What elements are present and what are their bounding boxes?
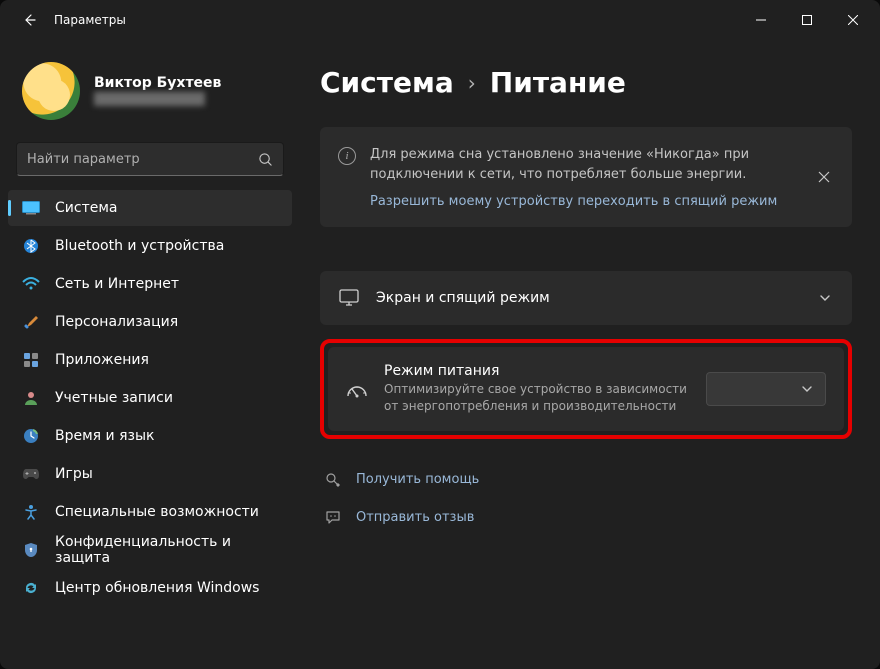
gaming-icon	[22, 465, 40, 483]
sidebar-item-label: Система	[55, 200, 117, 216]
time-icon	[22, 427, 40, 445]
dismiss-banner-button[interactable]	[810, 163, 838, 191]
breadcrumb-current: Питание	[490, 66, 626, 99]
maximize-button[interactable]	[784, 4, 830, 36]
bluetooth-icon	[22, 237, 40, 255]
breadcrumb: Система › Питание	[320, 66, 852, 99]
avatar	[22, 62, 80, 120]
info-banner-link[interactable]: Разрешить моему устройству переходить в …	[370, 194, 802, 209]
get-help-label: Получить помощь	[356, 472, 479, 487]
account-icon	[22, 389, 40, 407]
search-icon	[258, 152, 273, 167]
sidebar-item-label: Приложения	[55, 352, 149, 368]
accessibility-icon	[22, 503, 40, 521]
sidebar-item-label: Учетные записи	[55, 390, 173, 406]
profile-text: Виктор Бухтеев ████████████	[94, 75, 221, 108]
back-button[interactable]	[18, 9, 40, 31]
sidebar-item-label: Конфиденциальность и защита	[55, 534, 280, 566]
info-banner: i Для режима сна установлено значение «Н…	[320, 127, 852, 227]
title-bar: Параметры	[0, 0, 880, 40]
screen-sleep-row[interactable]: Экран и спящий режим	[320, 271, 852, 325]
brush-icon	[22, 313, 40, 331]
update-icon	[22, 579, 40, 597]
power-mode-description: Оптимизируйте свое устройство в зависимо…	[384, 381, 690, 415]
sidebar-item-label: Время и язык	[55, 428, 154, 444]
apps-icon	[22, 351, 40, 369]
info-banner-text: Для режима сна установлено значение «Ник…	[370, 145, 802, 184]
sidebar-item-label: Bluetooth и устройства	[55, 238, 224, 254]
sidebar-item-system[interactable]: Система	[8, 190, 292, 226]
sidebar-item-update[interactable]: Центр обновления Windows	[8, 570, 292, 606]
system-icon	[22, 199, 40, 217]
settings-window: Параметры Виктор Бухтеев ████████████	[0, 0, 880, 669]
sidebar-item-accessibility[interactable]: Специальные возможности	[8, 494, 292, 530]
info-icon: i	[338, 147, 356, 165]
help-icon	[324, 471, 342, 489]
sidebar-item-label: Специальные возможности	[55, 504, 259, 520]
feedback-label: Отправить отзыв	[356, 510, 474, 525]
window-title: Параметры	[54, 13, 126, 27]
power-mode-row: Режим питания Оптимизируйте свое устройс…	[328, 347, 844, 431]
sidebar-item-bluetooth[interactable]: Bluetooth и устройства	[8, 228, 292, 264]
sidebar-item-personalization[interactable]: Персонализация	[8, 304, 292, 340]
chevron-down-icon	[816, 289, 834, 307]
sidebar-item-label: Сеть и Интернет	[55, 276, 179, 292]
power-mode-title: Режим питания	[384, 363, 690, 379]
profile-email: ████████████	[94, 92, 221, 107]
close-button[interactable]	[830, 4, 876, 36]
monitor-icon	[338, 287, 360, 309]
sidebar-item-label: Игры	[55, 466, 93, 482]
get-help-link[interactable]: Получить помощь	[320, 465, 852, 495]
feedback-icon	[324, 509, 342, 527]
sidebar-item-time[interactable]: Время и язык	[8, 418, 292, 454]
search-box[interactable]	[16, 142, 284, 176]
minimize-button[interactable]	[738, 4, 784, 36]
search-input[interactable]	[27, 152, 258, 167]
breadcrumb-parent[interactable]: Система	[320, 66, 454, 99]
sidebar-item-accounts[interactable]: Учетные записи	[8, 380, 292, 416]
profile-block[interactable]: Виктор Бухтеев ████████████	[8, 56, 292, 138]
wifi-icon	[22, 275, 40, 293]
sidebar-item-network[interactable]: Сеть и Интернет	[8, 266, 292, 302]
sidebar-item-apps[interactable]: Приложения	[8, 342, 292, 378]
sidebar-item-label: Персонализация	[55, 314, 178, 330]
feedback-link[interactable]: Отправить отзыв	[320, 503, 852, 533]
profile-name: Виктор Бухтеев	[94, 75, 221, 93]
sidebar-item-label: Центр обновления Windows	[55, 580, 259, 596]
sidebar-item-gaming[interactable]: Игры	[8, 456, 292, 492]
chevron-right-icon: ›	[468, 71, 476, 95]
privacy-icon	[22, 541, 40, 559]
main-content: Система › Питание i Для режима сна устан…	[300, 40, 880, 669]
sidebar: Виктор Бухтеев ████████████ Система Blue…	[0, 40, 300, 669]
nav: Система Bluetooth и устройства Сеть и Ин…	[8, 190, 292, 606]
power-mode-highlight: Режим питания Оптимизируйте свое устройс…	[320, 339, 852, 439]
gauge-icon	[346, 378, 368, 400]
power-mode-dropdown[interactable]	[706, 372, 826, 406]
screen-sleep-title: Экран и спящий режим	[376, 290, 800, 306]
window-controls	[738, 4, 876, 36]
sidebar-item-privacy[interactable]: Конфиденциальность и защита	[8, 532, 292, 568]
